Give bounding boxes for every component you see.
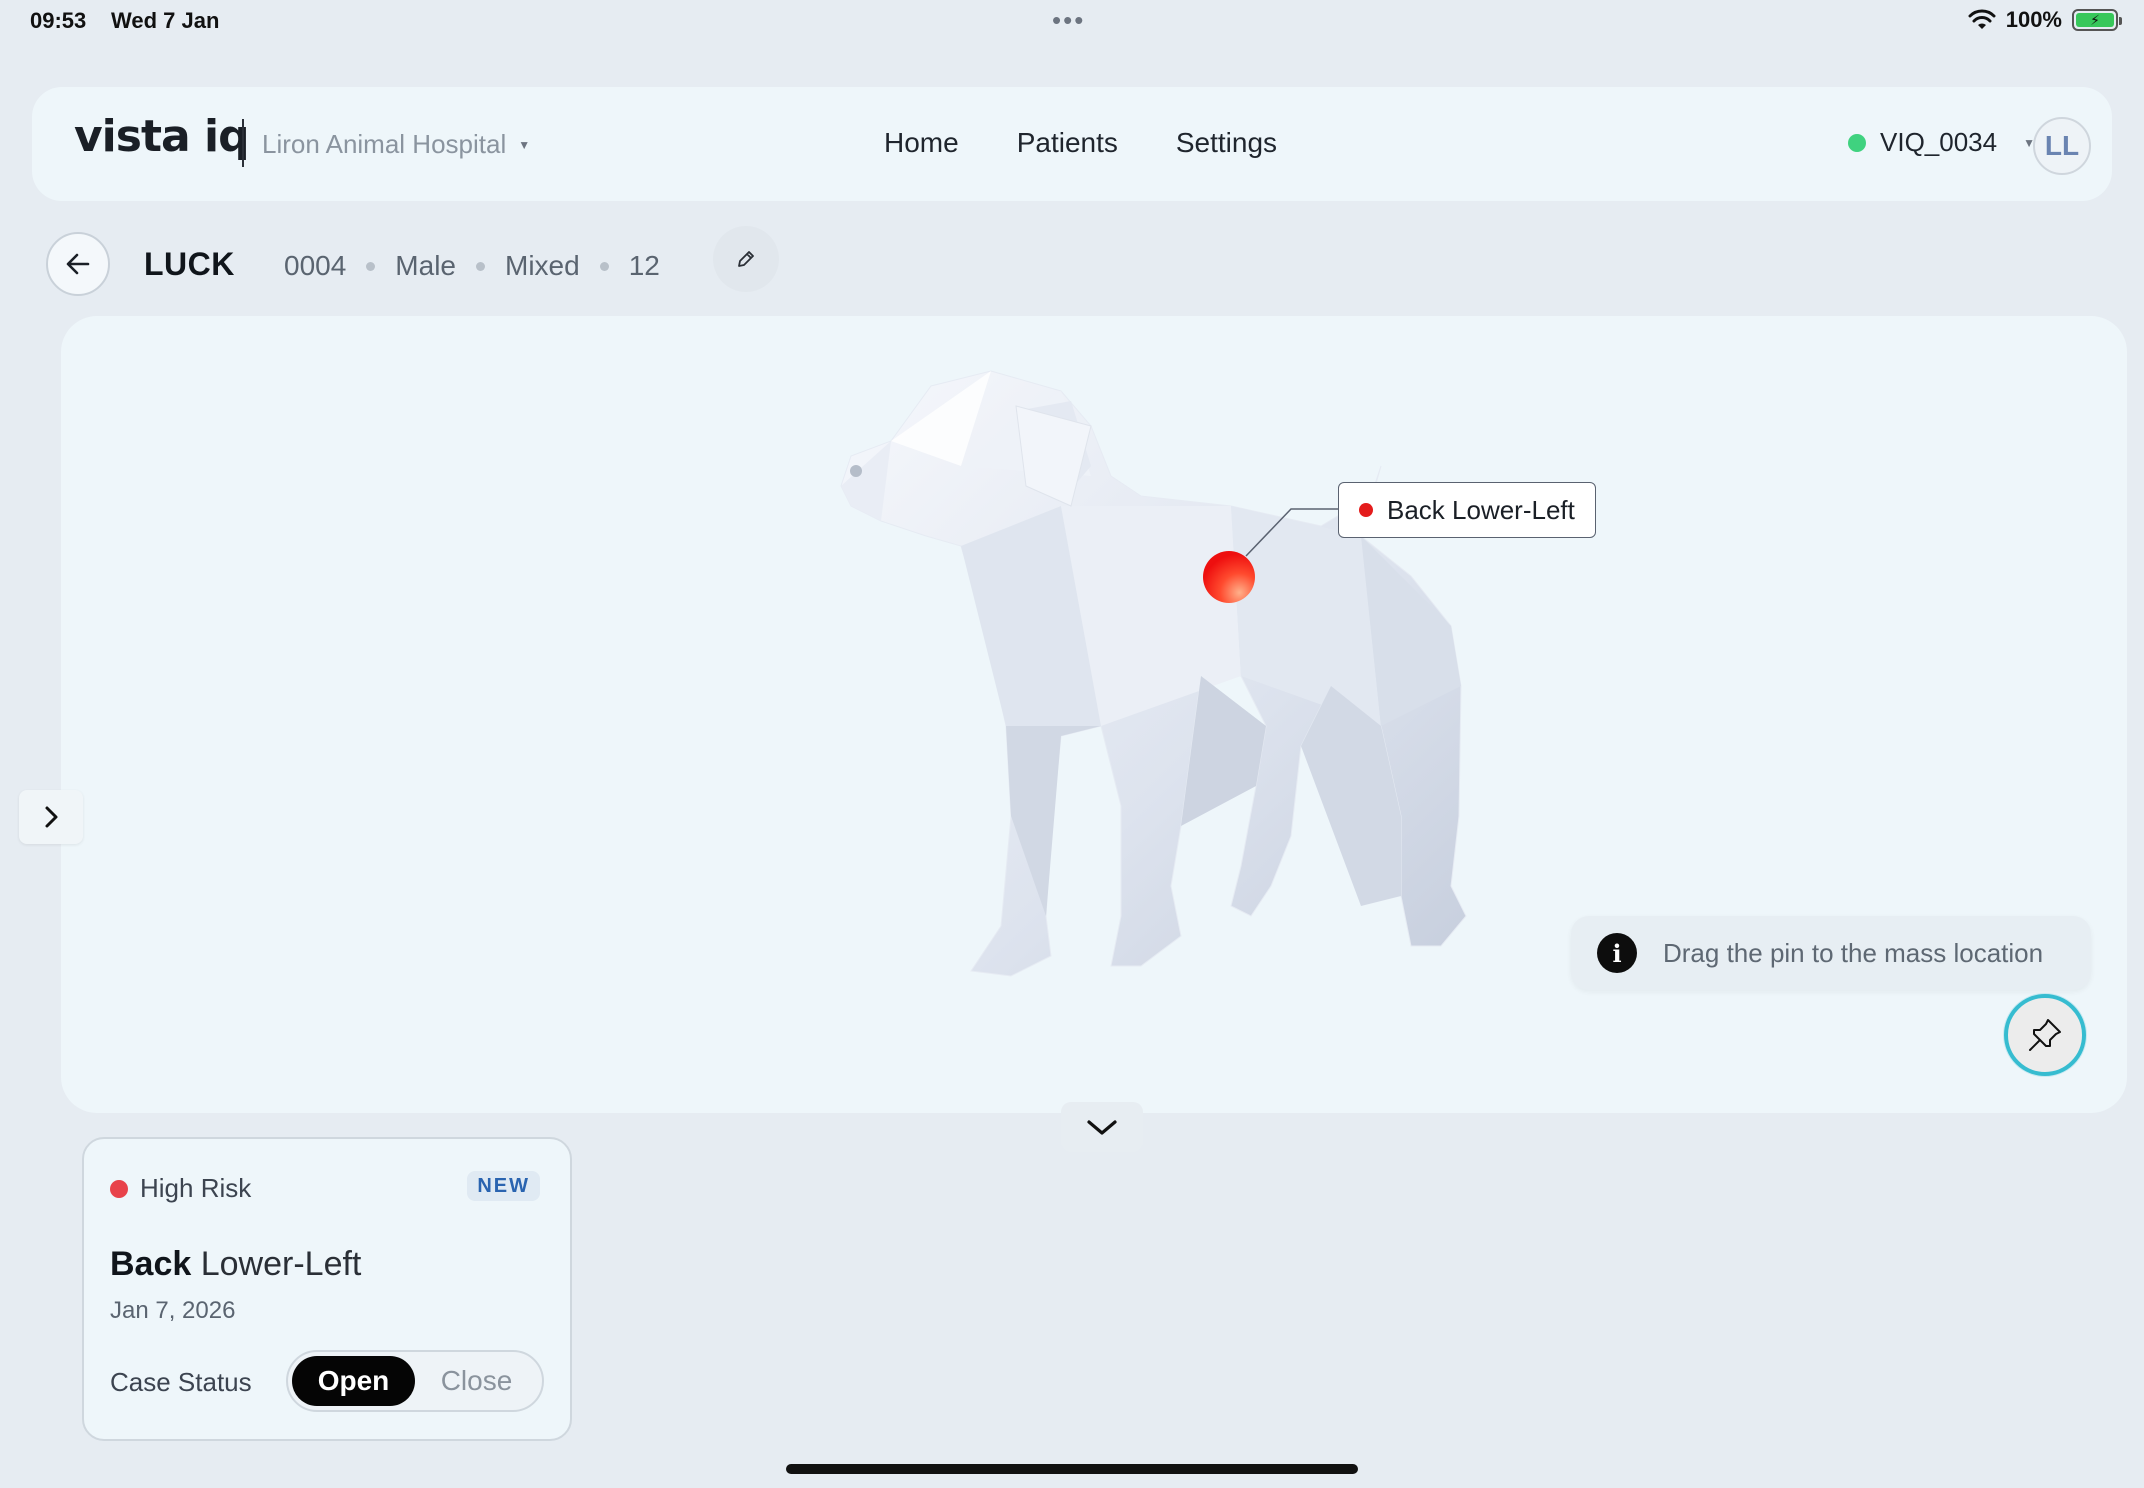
status-date: Wed 7 Jan (111, 8, 220, 33)
patient-breed: Mixed (505, 250, 580, 281)
wifi-icon (1968, 9, 1996, 29)
case-status-toggle[interactable]: Open Close (286, 1350, 544, 1412)
meta-separator (476, 261, 485, 271)
model-viewer[interactable]: Back Lower-Left i Drag the pin to the ma… (61, 316, 2127, 1113)
status-open-option[interactable]: Open (292, 1356, 415, 1406)
risk-label: High Risk (140, 1173, 252, 1203)
multitasking-dots-icon[interactable]: ••• (1052, 7, 1085, 33)
chevron-right-icon (45, 806, 58, 828)
hospital-name: Liron Animal Hospital (262, 129, 507, 159)
pin-label-dot (1359, 503, 1373, 517)
logo-divider (242, 119, 244, 167)
user-avatar[interactable]: LL (2033, 117, 2091, 175)
meta-separator (366, 261, 376, 271)
sidebar-toggle-button[interactable] (19, 790, 83, 844)
case-card[interactable]: High Risk NEW Back Lower-Left Jan 7, 202… (82, 1137, 572, 1441)
case-title-bold: Back (110, 1245, 192, 1283)
patient-id: 0004 (284, 250, 347, 281)
home-indicator[interactable] (786, 1464, 1358, 1474)
case-title: Back Lower-Left (110, 1245, 361, 1284)
nav-home[interactable]: Home (884, 127, 959, 159)
back-button[interactable] (46, 232, 110, 296)
pushpin-icon (2029, 1019, 2061, 1051)
device-name: VIQ_0034 (1880, 127, 1998, 157)
status-close-option[interactable]: Close (415, 1356, 538, 1406)
risk-indicator: High Risk (110, 1173, 251, 1204)
status-time: 09:53 (30, 8, 87, 33)
case-title-rest: Lower-Left (191, 1245, 362, 1283)
risk-dot (110, 1179, 128, 1198)
main-nav: Home Patients Settings (884, 127, 1277, 159)
pin-leader-line (1245, 508, 1338, 557)
add-pin-button[interactable] (2004, 994, 2086, 1076)
nav-settings[interactable]: Settings (1176, 127, 1277, 159)
vista-iq-logo[interactable]: vista iq (74, 111, 250, 162)
status-right: 100% ⚡ (1968, 7, 2122, 33)
top-nav: vista iq Liron Animal Hospital ▼ Home Pa… (32, 87, 2112, 201)
nav-patients[interactable]: Patients (1017, 127, 1118, 159)
hospital-selector[interactable]: Liron Animal Hospital ▼ (262, 129, 530, 160)
case-date: Jan 7, 2026 (110, 1297, 236, 1324)
device-selector[interactable]: VIQ_0034 ▼ (1848, 127, 2035, 158)
status-bar: 09:53 Wed 7 Jan ••• 100% ⚡ (0, 0, 2144, 44)
info-icon: i (1597, 933, 1637, 973)
battery-icon: ⚡ (2072, 9, 2122, 31)
patient-meta: 0004 Male Mixed 12 (284, 250, 660, 282)
patient-age: 12 (628, 250, 660, 281)
patient-sex: Male (395, 250, 456, 281)
chevron-down-icon (1087, 1120, 1117, 1135)
pencil-icon (738, 251, 754, 267)
pin-label[interactable]: Back Lower-Left (1338, 482, 1596, 538)
drag-pin-tooltip: i Drag the pin to the mass location (1571, 916, 2091, 990)
meta-separator (599, 261, 609, 271)
tooltip-text: Drag the pin to the mass location (1663, 937, 2044, 968)
edit-patient-button[interactable] (713, 226, 779, 292)
case-status-label: Case Status (110, 1367, 252, 1397)
pin-label-text: Back Lower-Left (1387, 494, 1575, 525)
new-badge: NEW (467, 1171, 540, 1201)
caret-down-icon: ▼ (518, 137, 531, 152)
patient-name: LUCK (144, 246, 235, 282)
collapse-viewer-button[interactable] (1061, 1102, 1143, 1152)
logo-text: vista iq (74, 111, 250, 162)
arrow-left-icon (66, 253, 90, 275)
device-status-dot (1848, 133, 1866, 152)
mass-pin-marker[interactable] (1203, 551, 1255, 603)
battery-percent: 100% (2005, 7, 2062, 32)
